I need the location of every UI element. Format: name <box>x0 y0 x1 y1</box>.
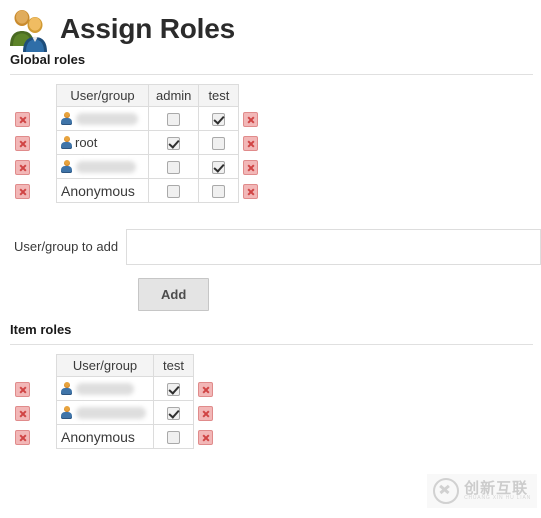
test-checkbox-cell[interactable] <box>198 106 240 131</box>
user-icon <box>61 112 72 125</box>
delete-icon[interactable] <box>15 429 30 445</box>
column-header-usergroup: User/group <box>56 354 154 377</box>
user-icon <box>61 160 72 173</box>
delete-icon[interactable] <box>15 183 30 199</box>
usergroup-label: Anonymous <box>61 428 135 445</box>
test-checkbox-cell[interactable] <box>153 424 194 449</box>
watermark-cn-text: 创新互联 <box>464 478 529 497</box>
usergroup-cell: Anonymous <box>56 424 154 449</box>
test-checkbox[interactable] <box>212 161 226 175</box>
item-roles-table: User/group test Anonymous <box>56 354 194 449</box>
admin-checkbox[interactable] <box>167 113 181 127</box>
column-header-test: test <box>198 84 240 107</box>
page-title: Assign Roles <box>60 13 235 44</box>
delete-icon[interactable] <box>15 381 30 397</box>
redacted-username <box>76 160 136 173</box>
table-row <box>56 106 240 131</box>
usergroup-label: root <box>75 135 98 150</box>
table-row: root <box>56 130 240 155</box>
admin-checkbox-cell[interactable] <box>147 154 200 179</box>
page-header: Assign Roles <box>0 0 541 52</box>
usergroup-label: Anonymous <box>61 182 135 199</box>
test-checkbox[interactable] <box>212 137 226 151</box>
delete-icon[interactable] <box>243 111 259 127</box>
item-roles-heading: Item roles <box>10 322 72 337</box>
item-roles-table-wrap: User/group test Anonymous <box>0 354 541 449</box>
delete-icon[interactable] <box>15 405 30 421</box>
column-header-admin: admin <box>147 84 200 107</box>
redacted-username <box>76 406 146 419</box>
usergroup-cell <box>56 106 149 131</box>
delete-icon[interactable] <box>198 429 213 445</box>
table-row: Anonymous <box>56 424 194 449</box>
watermark-logo-icon <box>433 478 460 504</box>
admin-checkbox[interactable] <box>167 137 181 151</box>
watermark: 创新互联 CHUANG XIN HU LIAN <box>427 474 537 508</box>
usergroup-cell <box>56 154 149 179</box>
item-roles-section: Item roles User/group test Anonymous <box>0 322 541 449</box>
delete-icon[interactable] <box>15 111 30 127</box>
global-roles-delete-right-column <box>239 84 269 203</box>
usergroup-cell: root <box>56 130 149 155</box>
test-checkbox-cell[interactable] <box>153 376 194 401</box>
table-row <box>56 154 240 179</box>
admin-checkbox[interactable] <box>167 185 181 199</box>
test-checkbox-cell[interactable] <box>198 178 240 203</box>
test-checkbox[interactable] <box>167 407 180 421</box>
admin-checkbox-cell[interactable] <box>147 130 200 155</box>
redacted-username <box>76 112 138 125</box>
table-header-row: User/group admin test <box>56 84 240 107</box>
table-row: Anonymous <box>56 178 240 203</box>
redacted-username <box>76 382 134 395</box>
people-icon <box>6 6 52 52</box>
usergroup-cell <box>56 376 154 401</box>
watermark-en-text: CHUANG XIN HU LIAN <box>464 495 531 502</box>
admin-checkbox[interactable] <box>167 161 181 175</box>
table-header-row: User/group test <box>56 354 194 377</box>
delete-icon[interactable] <box>15 135 30 151</box>
delete-icon[interactable] <box>15 159 30 175</box>
delete-icon[interactable] <box>243 159 259 175</box>
test-checkbox-cell[interactable] <box>198 154 240 179</box>
item-roles-delete-left-column <box>0 354 34 449</box>
test-checkbox[interactable] <box>212 113 226 127</box>
test-checkbox[interactable] <box>167 431 180 445</box>
test-checkbox-cell[interactable] <box>153 400 194 425</box>
add-usergroup-form: User/group to add Add <box>0 229 541 311</box>
user-icon <box>61 382 72 395</box>
admin-checkbox-cell[interactable] <box>147 178 200 203</box>
user-icon <box>61 406 72 419</box>
delete-icon[interactable] <box>243 183 259 199</box>
global-roles-table: User/group admin test root Anonymous <box>56 84 240 203</box>
test-checkbox[interactable] <box>212 185 226 199</box>
column-header-test: test <box>153 354 194 377</box>
usergroup-cell: Anonymous <box>56 178 149 203</box>
global-roles-table-wrap: User/group admin test root Anonymous <box>0 84 541 203</box>
item-roles-delete-right-column <box>194 354 224 449</box>
column-header-usergroup: User/group <box>56 84 149 107</box>
delete-icon[interactable] <box>243 135 259 151</box>
delete-icon[interactable] <box>198 381 213 397</box>
table-row <box>56 376 194 401</box>
global-roles-delete-left-column <box>0 84 34 203</box>
add-button[interactable]: Add <box>138 278 210 311</box>
add-usergroup-input[interactable] <box>126 229 541 265</box>
admin-checkbox-cell[interactable] <box>147 106 200 131</box>
test-checkbox[interactable] <box>167 383 180 397</box>
test-checkbox-cell[interactable] <box>198 130 240 155</box>
add-usergroup-label: User/group to add <box>14 239 119 254</box>
table-row <box>56 400 194 425</box>
user-icon <box>61 136 72 149</box>
global-roles-section: Global roles User/group admin test root … <box>0 52 541 203</box>
global-roles-heading: Global roles <box>10 52 86 67</box>
usergroup-cell <box>56 400 154 425</box>
delete-icon[interactable] <box>198 405 213 421</box>
